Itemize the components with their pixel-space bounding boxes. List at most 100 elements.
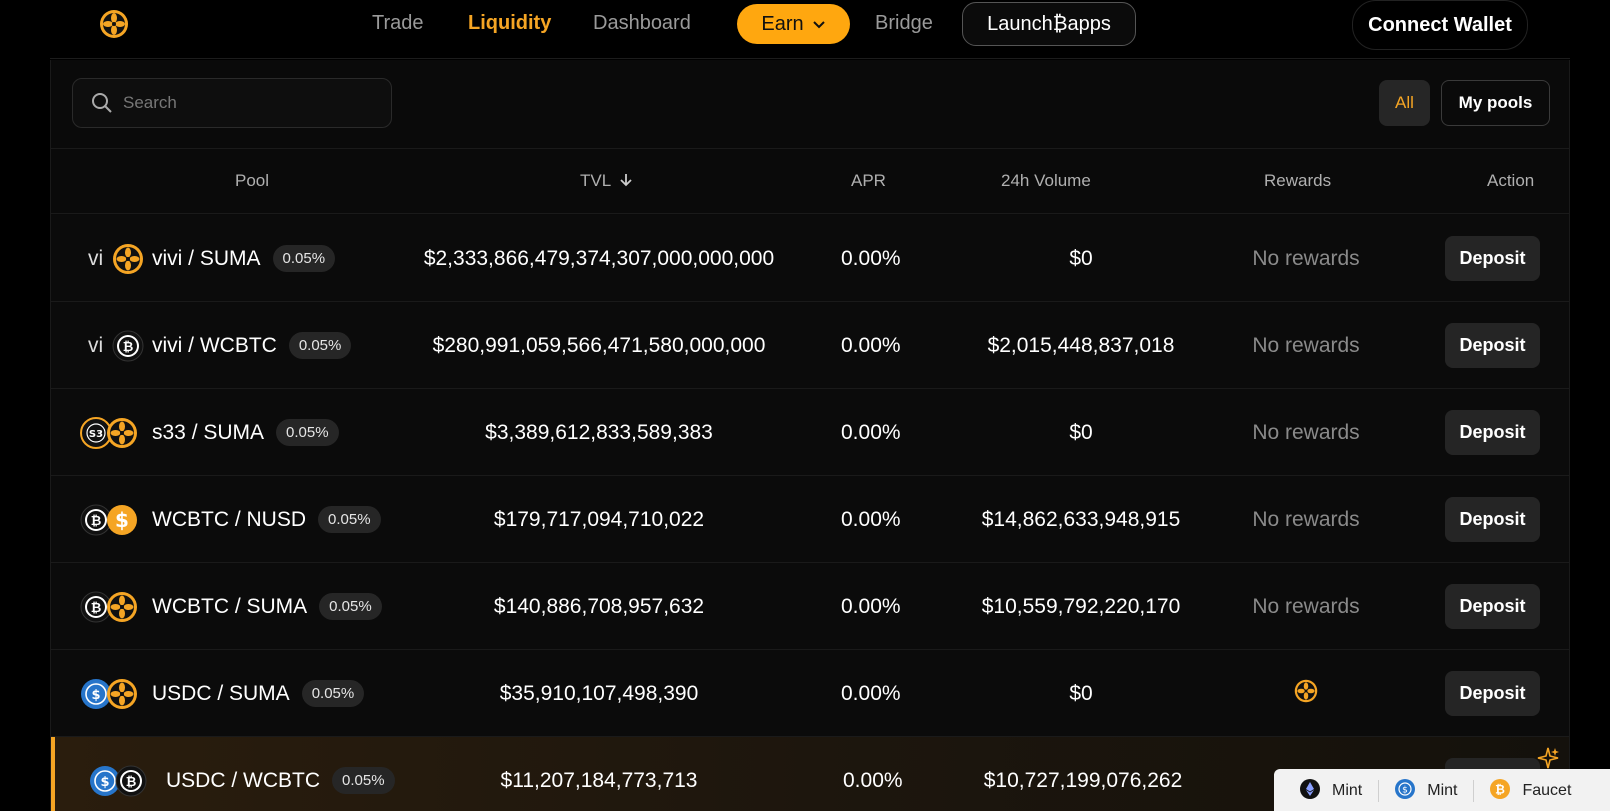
svg-text:₿: ₿ [91,514,102,529]
apr-cell: 0.00% [841,389,901,476]
filter-my-pools-button[interactable]: My pools [1441,80,1550,126]
table-row[interactable]: $ USDC / SUMA 0.05% $35,910,107,498,390 0.00… [51,650,1569,737]
divider [1473,780,1475,802]
deposit-button[interactable]: Deposit [1445,671,1540,716]
search-box[interactable] [72,78,392,128]
header-tvl-label: TVL [580,171,611,190]
apr-value: 0.00% [841,333,901,357]
pool-cell: $ ₿ USDC / WCBTC 0.05% [80,737,395,811]
tvl-value: $2,333,866,479,374,307,000,000,000 [423,246,775,270]
svg-text:₿: ₿ [123,340,134,355]
mintbar-item-mint[interactable]: Mint [1300,778,1363,804]
svg-text:₿: ₿ [91,601,102,616]
pool-name[interactable]: USDC / SUMA [152,682,290,706]
earn-label: Earn [761,12,804,35]
tvl-cell: $140,886,708,957,632 [384,563,814,650]
header-action: Action [1487,171,1535,190]
pools-panel: All My pools Pool TVL APR 24h Volume Rew… [50,60,1570,811]
nav-bridge[interactable]: Bridge [875,10,933,36]
mintbar-label: Mint [1332,782,1363,799]
suma-reward-icon[interactable] [1294,679,1318,708]
no-rewards-text: No rewards [1252,507,1360,531]
nav-liquidity[interactable]: Liquidity [468,10,551,36]
suma-token-icon [112,243,144,275]
volume-value: $0 [1069,420,1093,444]
table-row[interactable]: vi ₿ vivi / WCBTC 0.05% $280,991,059,566,471… [51,302,1569,389]
apr-value: 0.00% [841,681,901,705]
apr-value: 0.00% [841,246,901,270]
tvl-value: $179,717,094,710,022 [493,507,705,531]
mintbar-label: Faucet [1522,782,1572,799]
table-row[interactable]: ₿ WCBTC / SUMA 0.05% $140,886,708,957,632 0.… [51,563,1569,650]
pool-name[interactable]: WCBTC / SUMA [152,595,307,619]
divider [1378,780,1380,802]
apr-value: 0.00% [841,420,901,444]
deposit-button[interactable]: Deposit [1445,323,1540,368]
fee-badge: 0.05% [318,506,381,533]
table-row[interactable]: ₿ $ WCBTC / NUSD 0.05% $179,717,094,710,022 0… [51,476,1569,563]
search-input[interactable] [123,93,373,113]
apr-cell: 0.00% [841,215,901,302]
tvl-cell: $11,207,184,773,713 [384,737,814,811]
filter-all-button[interactable]: All [1379,80,1430,126]
apr-cell: 0.00% [841,476,901,563]
usdc-icon: $ [1395,778,1416,804]
no-rewards-text: No rewards [1252,246,1360,270]
tvl-cell: $35,910,107,498,390 [384,650,814,737]
svg-text:₿: ₿ [1496,782,1506,796]
header-tvl[interactable]: TVL [580,171,633,191]
fee-badge: 0.05% [301,680,365,707]
token-prefix-text: vi [88,333,104,357]
deposit-button[interactable]: Deposit [1445,497,1540,542]
pool-name[interactable]: WCBTC / NUSD [152,508,306,532]
arrow-down-icon [620,174,632,187]
suma-token-icon [106,678,138,710]
pool-name[interactable]: s33 / SUMA [152,421,264,445]
pool-cell: vi ₿ vivi / WCBTC 0.05% [80,302,352,389]
svg-text:$: $ [100,775,109,790]
pool-cell: vi vivi / SUMA 0.05% [80,215,336,302]
tvl-value: $280,991,059,566,471,580,000,000 [432,333,766,357]
volume-value: $0 [1069,681,1093,705]
volume-value: $10,727,199,076,262 [983,768,1183,792]
action-cell: Deposit [1445,302,1540,389]
tvl-value: $11,207,184,773,713 [500,768,698,792]
mintbar-item-faucet[interactable]: ₿ Faucet [1490,778,1572,804]
top-nav: Trade Liquidity Dashboard Earn Bridge La… [50,0,1570,59]
pool-cell: ₿ $ WCBTC / NUSD 0.05% [80,476,381,563]
nav-trade[interactable]: Trade [372,10,424,36]
header-rewards: Rewards [1264,171,1332,190]
no-rewards-text: No rewards [1252,594,1360,618]
volume-value: $2,015,448,837,018 [987,333,1175,357]
deposit-button[interactable]: Deposit [1445,410,1540,455]
pool-cell: S3 s33 / SUMA 0.05% [80,389,339,476]
eth-icon [1300,778,1320,804]
btc-faucet-icon: ₿ [1490,778,1511,804]
token-prefix-text: vi [88,246,104,270]
deposit-button[interactable]: Deposit [1445,236,1540,281]
earn-dropdown-button[interactable]: Earn [737,4,850,44]
pool-name[interactable]: vivi / WCBTC [152,334,277,358]
pool-token-icons: ₿ [80,591,148,623]
nav-dashboard[interactable]: Dashboard [593,10,691,36]
pool-cell: $ USDC / SUMA 0.05% [80,650,365,737]
tvl-cell: $3,389,612,833,589,383 [384,389,814,476]
mintbar-item-mint[interactable]: $ Mint [1395,778,1457,804]
pool-token-icons: ₿ $ [80,504,148,536]
table-row[interactable]: vi vivi / SUMA 0.05% $2,333,866,479,374,307… [51,215,1569,302]
tvl-value: $3,389,612,833,589,383 [485,420,713,444]
deposit-button[interactable]: Deposit [1445,584,1540,629]
svg-text:$: $ [115,508,129,532]
action-cell: Deposit [1445,563,1540,650]
tvl-cell: $280,991,059,566,471,580,000,000 [384,302,814,389]
header-pool: Pool [235,171,270,190]
launch-bapps-button[interactable]: Launch₿apps [962,2,1136,46]
table-row[interactable]: S3 s33 / SUMA 0.05% $3,389,612,833,589,383 0… [51,389,1569,476]
rewards-cell [1191,650,1421,737]
no-rewards-text: No rewards [1252,420,1360,444]
suma-logo-icon[interactable] [98,8,130,40]
pool-name[interactable]: USDC / WCBTC [166,769,320,793]
fee-badge: 0.05% [272,245,336,272]
pool-name[interactable]: vivi / SUMA [152,247,261,271]
connect-wallet-button[interactable]: Connect Wallet [1352,0,1528,50]
